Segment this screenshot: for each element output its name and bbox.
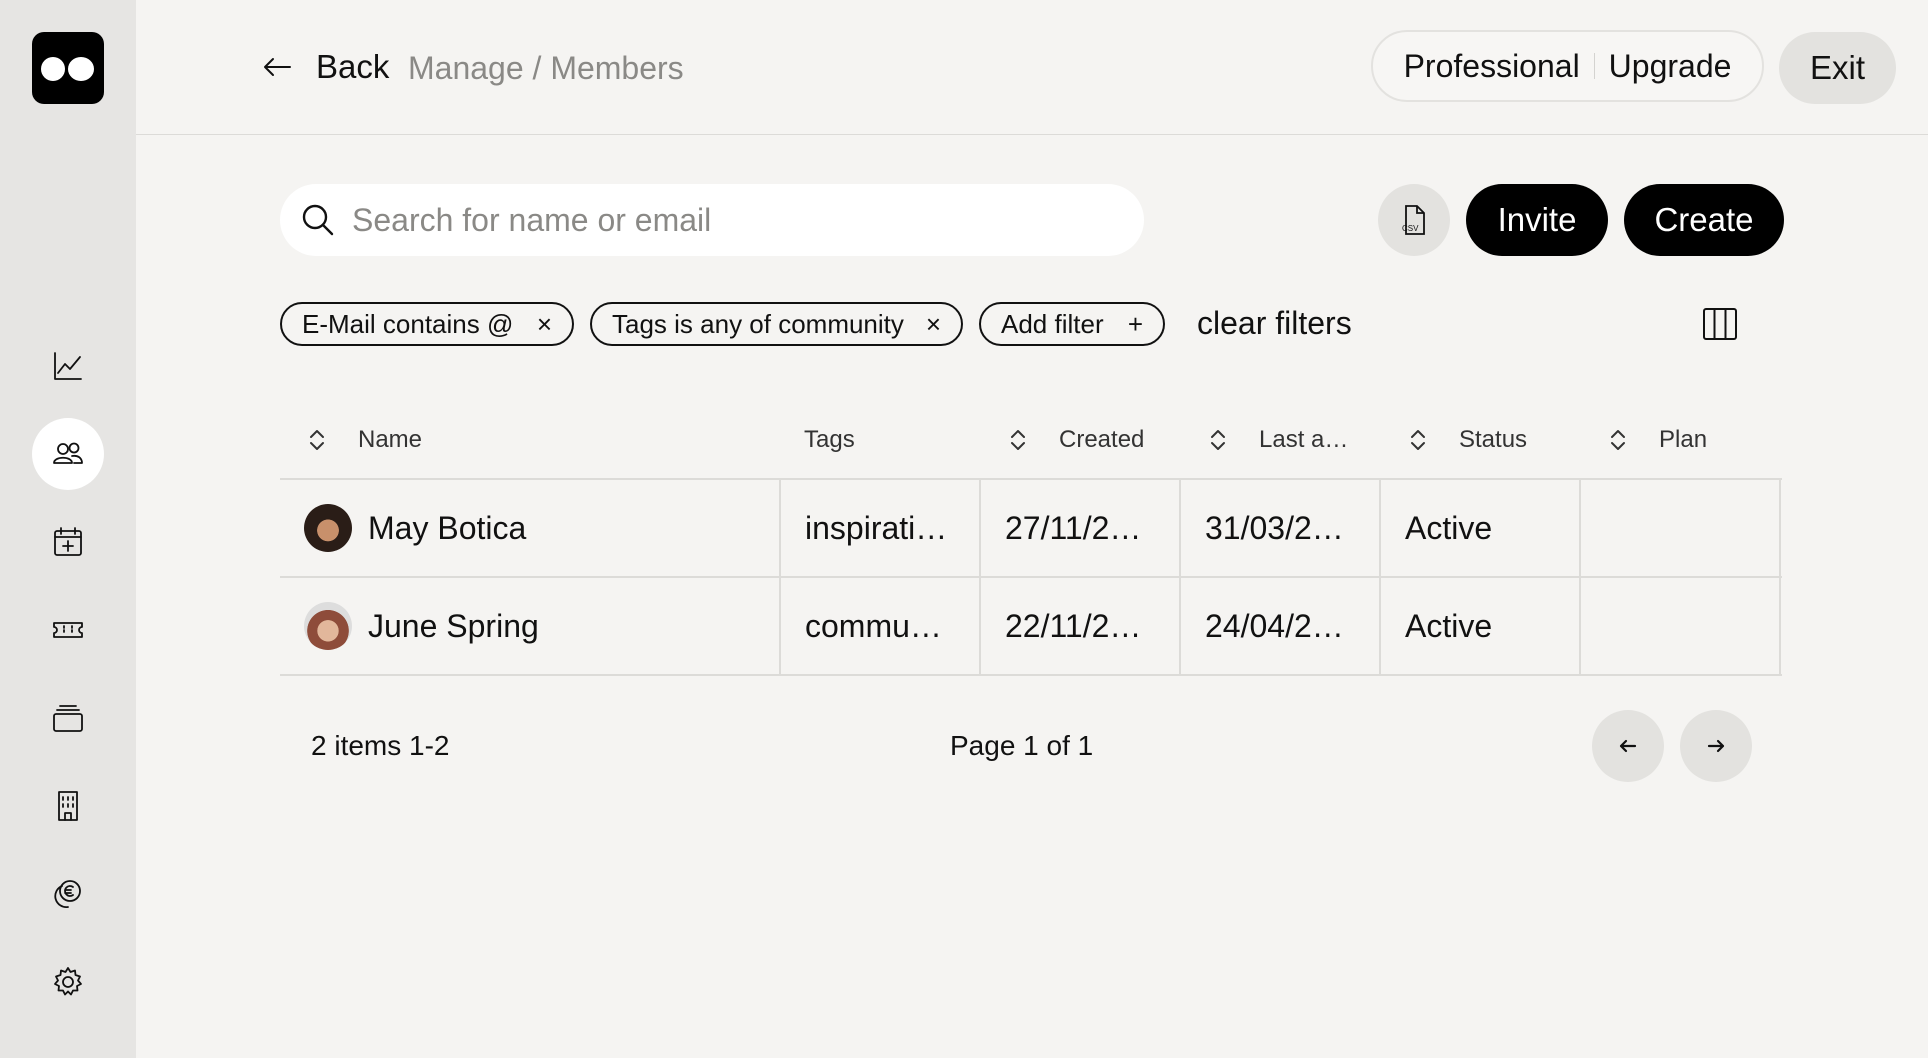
arrow-left-icon — [264, 58, 291, 76]
cell-name[interactable]: June Spring — [280, 578, 781, 674]
sidebar-item-resources[interactable] — [32, 682, 104, 754]
gear-icon — [54, 967, 82, 996]
add-filter-label: Add filter — [1001, 308, 1104, 339]
members-table: Name Tags Created Last a… Status Plan Ma… — [280, 400, 1782, 676]
svg-text:CSV: CSV — [1402, 224, 1419, 233]
search-icon — [302, 204, 334, 236]
close-icon[interactable]: × — [537, 311, 552, 337]
filter-chip-email[interactable]: E-Mail contains @ × — [280, 302, 574, 346]
table-row[interactable]: May Botica inspirati… 27/11/2… 31/03/2… … — [280, 480, 1782, 578]
breadcrumb: Manage / Members — [408, 50, 684, 86]
sidebar-item-tickets[interactable] — [32, 594, 104, 666]
close-icon[interactable]: × — [926, 311, 941, 337]
member-name: May Botica — [368, 509, 527, 546]
sidebar-item-locations[interactable] — [32, 770, 104, 842]
filter-chip-label: E-Mail contains @ — [302, 308, 514, 339]
cell-plan — [1581, 480, 1781, 576]
avatar — [304, 602, 352, 650]
exit-button[interactable]: Exit — [1779, 32, 1896, 104]
cell-status: Active — [1381, 480, 1581, 576]
column-header-created[interactable]: Created — [1005, 400, 1144, 480]
stack-icon — [53, 705, 83, 732]
calendar-add-icon — [54, 527, 82, 556]
plus-icon: + — [1127, 309, 1143, 339]
sidebar-item-members[interactable] — [32, 418, 104, 490]
filter-chip-label: Tags is any of community — [612, 308, 904, 339]
chart-line-icon — [54, 352, 82, 380]
cell-name[interactable]: May Botica — [280, 480, 781, 576]
items-count: 2 items 1-2 — [311, 730, 450, 761]
building-icon — [58, 791, 78, 821]
column-header-plan[interactable]: Plan — [1605, 400, 1707, 480]
clear-filters-link[interactable]: clear filters — [1197, 305, 1352, 342]
column-settings-button[interactable] — [1700, 304, 1740, 344]
ticket-icon — [53, 622, 83, 638]
cell-tags: inspirati… — [781, 480, 981, 576]
column-label: Status — [1459, 426, 1528, 453]
column-label: Name — [358, 426, 423, 453]
euro-coins-icon — [54, 880, 81, 908]
previous-page-button[interactable] — [1592, 710, 1664, 782]
sort-icon[interactable] — [1605, 427, 1631, 453]
csv-export-button[interactable]: CSV — [1378, 184, 1450, 256]
cell-last-active: 24/04/2… — [1181, 578, 1381, 674]
sort-icon[interactable] — [1405, 427, 1431, 453]
column-header-tags: Tags — [804, 400, 855, 480]
arrow-right-icon — [1707, 739, 1725, 753]
sidebar-item-finance[interactable] — [32, 858, 104, 930]
avatar — [304, 504, 352, 552]
columns-icon — [1703, 308, 1737, 340]
create-button[interactable]: Create — [1624, 184, 1784, 256]
back-label: Back — [316, 48, 390, 85]
cell-status: Active — [1381, 578, 1581, 674]
sidebar-item-analytics[interactable] — [32, 330, 104, 402]
search-bar[interactable] — [280, 184, 1144, 256]
search-input[interactable] — [352, 201, 1112, 239]
sidebar — [0, 0, 136, 1058]
top-header: Back Manage / Members Professional Upgra… — [136, 0, 1928, 135]
sort-icon[interactable] — [1005, 427, 1031, 453]
column-label: Tags — [804, 426, 855, 453]
column-header-status[interactable]: Status — [1405, 400, 1527, 480]
app-logo[interactable] — [32, 32, 104, 104]
sort-icon[interactable] — [1205, 427, 1231, 453]
table-row[interactable]: June Spring commu… 22/11/2… 24/04/2… Act… — [280, 578, 1782, 676]
cell-plan — [1581, 578, 1781, 674]
add-filter-button[interactable]: Add filter + — [979, 302, 1165, 346]
next-page-button[interactable] — [1680, 710, 1752, 782]
back-button[interactable]: Back — [260, 48, 389, 86]
divider — [1593, 53, 1595, 79]
cell-created: 27/11/2… — [981, 480, 1181, 576]
upgrade-link[interactable]: Upgrade — [1609, 48, 1732, 85]
invite-button[interactable]: Invite — [1466, 184, 1608, 256]
cell-tags: commu… — [781, 578, 981, 674]
sidebar-item-events[interactable] — [32, 506, 104, 578]
column-header-last-active[interactable]: Last a… — [1205, 400, 1348, 480]
table-header: Name Tags Created Last a… Status Plan — [280, 400, 1782, 480]
column-header-name[interactable]: Name — [304, 400, 422, 480]
page-indicator: Page 1 of 1 — [950, 730, 1094, 761]
plan-pill[interactable]: Professional Upgrade — [1371, 30, 1764, 102]
column-label: Plan — [1659, 426, 1708, 453]
csv-file-icon: CSV — [1402, 205, 1425, 235]
sort-icon[interactable] — [304, 427, 330, 453]
filter-chip-tags[interactable]: Tags is any of community × — [590, 302, 963, 346]
cell-created: 22/11/2… — [981, 578, 1181, 674]
column-label: Created — [1059, 426, 1145, 453]
column-label: Last a… — [1259, 426, 1349, 453]
sidebar-item-settings[interactable] — [32, 946, 104, 1018]
member-name: June Spring — [368, 607, 539, 644]
cell-last-active: 31/03/2… — [1181, 480, 1381, 576]
plan-name: Professional — [1403, 47, 1580, 84]
arrow-left-icon — [1619, 739, 1637, 753]
members-icon — [53, 442, 83, 464]
